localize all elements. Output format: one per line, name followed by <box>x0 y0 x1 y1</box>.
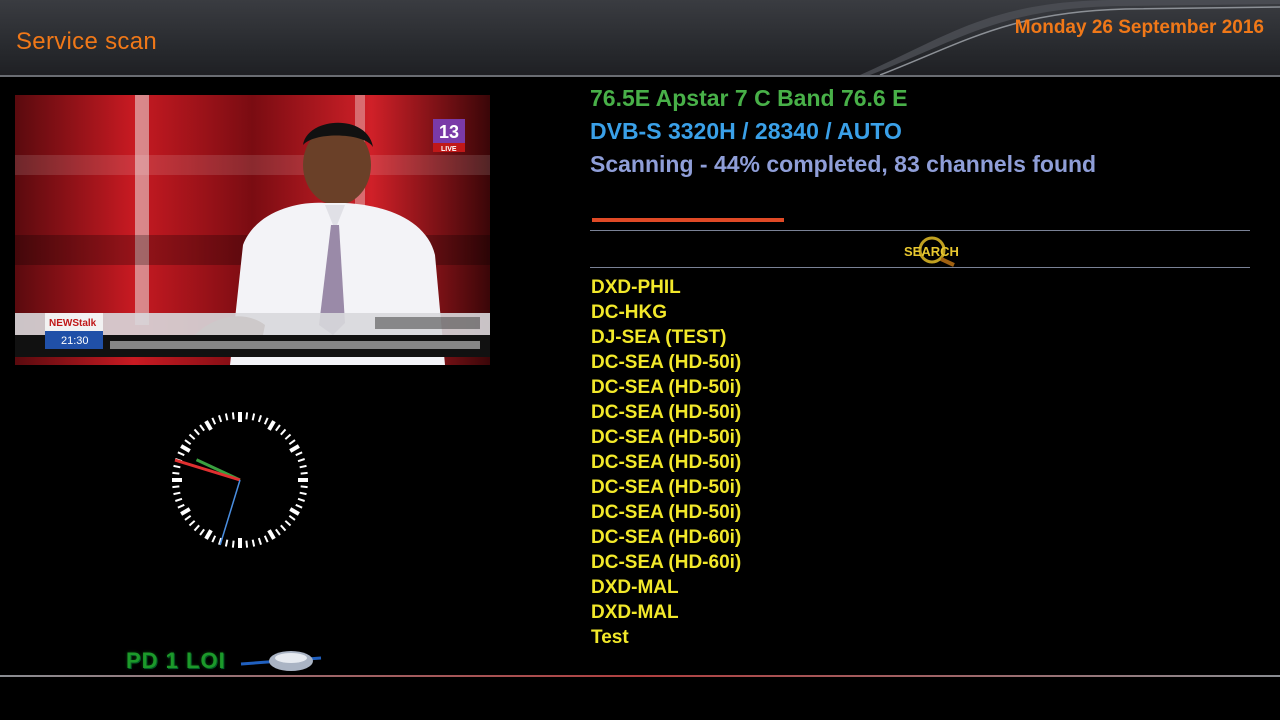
clock-hour-tick <box>289 444 300 453</box>
page-title: Service scan <box>16 28 157 55</box>
channel-list-item: DC-SEA (HD-50i) <box>591 427 742 448</box>
header-bar: Service scan Monday 26 September 2016 <box>0 0 1280 77</box>
channel-list-item: DC-SEA (HD-60i) <box>591 527 742 548</box>
divider-top <box>590 230 1250 231</box>
clock-minute-tick <box>297 497 305 502</box>
clock-minute-tick <box>188 433 196 440</box>
clock-minute-tick <box>211 535 217 543</box>
channel-list-item: DJ-SEA (TEST) <box>591 327 727 348</box>
channel-list-item: DC-SEA (HD-50i) <box>591 452 742 473</box>
clock-minute-tick <box>172 471 180 475</box>
clock-minute-tick <box>175 497 183 502</box>
clock-minute-tick <box>299 491 307 496</box>
channel-list-item: DC-HKG <box>591 302 667 323</box>
clock-minute-tick <box>193 524 200 532</box>
footer-divider <box>0 675 1280 677</box>
clock-minute-tick <box>173 491 181 496</box>
clock-second-hand <box>219 479 241 546</box>
scan-info: 76.5E Apstar 7 C Band 76.6 E DVB-S 3320H… <box>590 84 1270 178</box>
video-preview: NEWStalk 21:30 13 LIVE <box>15 95 490 365</box>
divider-bottom <box>590 267 1250 268</box>
clock-minute-tick <box>199 528 205 536</box>
channel-badge: 13 <box>439 122 459 142</box>
channel-list-item: DXD-MAL <box>591 602 679 623</box>
clock-minute-tick <box>231 540 235 548</box>
channel-list-item: DC-SEA (HD-50i) <box>591 502 742 523</box>
clock-hour-tick <box>289 507 300 516</box>
provider-logo: PD 1 LOI <box>126 646 326 676</box>
analog-clock <box>165 405 315 560</box>
clock-minute-tick <box>218 415 223 423</box>
clock-minute-tick <box>245 540 249 548</box>
scan-progress-fill <box>592 218 784 222</box>
clock-hour-tick <box>204 420 213 431</box>
clock-minute-tick <box>184 439 192 445</box>
channel-list-item: DC-SEA (HD-50i) <box>591 377 742 398</box>
clock-minute-tick <box>251 539 256 547</box>
scan-status: Scanning - 44% completed, 83 channels fo… <box>590 151 1097 177</box>
channel-list-item: DXD-PHIL <box>591 277 681 298</box>
clock-minute-tick <box>300 471 308 475</box>
transponder-info: DVB-S 3320H / 28340 / AUTO <box>590 118 902 144</box>
clock-minute-tick <box>188 520 196 527</box>
clock-minute-tick <box>275 424 281 432</box>
clock-minute-tick <box>284 433 292 440</box>
clock-minute-tick <box>263 417 269 425</box>
clock-minute-tick <box>280 524 287 532</box>
channel-list-item: DXD-MAL <box>591 577 679 598</box>
clock-hour-tick <box>180 507 191 516</box>
clock-minute-tick <box>224 413 229 421</box>
clock-minute-tick <box>288 439 296 445</box>
clock-hour-tick <box>204 529 213 540</box>
scan-progress-bar <box>592 218 1252 222</box>
clock-minute-tick <box>251 413 256 421</box>
video-frame-image: NEWStalk 21:30 13 LIVE <box>15 95 490 365</box>
satellite-name: 76.5E Apstar 7 C Band 76.6 E <box>590 85 908 111</box>
channel-list-item: DC-SEA (HD-50i) <box>591 352 742 373</box>
clock-minute-tick <box>297 458 305 463</box>
clock-minute-tick <box>284 520 292 527</box>
clock-minute-tick <box>172 485 180 489</box>
channel-list-item: DC-SEA (HD-60i) <box>591 552 742 573</box>
clock-minute-tick <box>263 535 269 543</box>
clock-minute-tick <box>231 412 235 420</box>
clock-minute-hand <box>174 458 241 482</box>
provider-logo-text: PD 1 LOI <box>126 648 226 673</box>
clock-hour-tick <box>180 444 191 453</box>
live-badge: LIVE <box>441 146 457 153</box>
clock-minute-tick <box>275 528 281 536</box>
date-display: Monday 26 September 2016 <box>1014 17 1264 38</box>
video-time-display: 21:30 <box>61 335 89 347</box>
clock-minute-tick <box>199 424 205 432</box>
clock-minute-tick <box>295 503 303 509</box>
search-animation-icon: SEARCH <box>900 235 960 267</box>
channel-list: DXD-PHIL DC-HKG DJ-SEA (TEST) DC-SEA (HD-50… <box>591 275 741 650</box>
clock-minute-tick <box>173 464 181 469</box>
clock-hour-tick <box>267 420 276 431</box>
clock-hour-tick <box>267 529 276 540</box>
clock-minute-tick <box>300 485 308 489</box>
clock-minute-tick <box>257 415 262 423</box>
clock-minute-tick <box>245 412 249 420</box>
clock-minute-tick <box>295 451 303 457</box>
clock-minute-tick <box>257 537 262 545</box>
clock-minute-tick <box>193 428 200 436</box>
clock-minute-tick <box>177 503 185 509</box>
search-label: SEARCH <box>904 244 959 259</box>
clock-minute-tick <box>224 539 229 547</box>
clock-minute-tick <box>288 515 296 521</box>
clock-minute-tick <box>280 428 287 436</box>
program-logo: NEWStalk <box>49 318 97 329</box>
clock-minute-tick <box>177 451 185 457</box>
channel-list-item: Test <box>591 627 629 648</box>
satellite-dish-icon <box>240 651 322 671</box>
clock-minute-tick <box>299 464 307 469</box>
channel-list-item: DC-SEA (HD-50i) <box>591 477 742 498</box>
clock-minute-tick <box>211 417 217 425</box>
clock-minute-tick <box>184 515 192 521</box>
channel-list-item: DC-SEA (HD-50i) <box>591 402 742 423</box>
